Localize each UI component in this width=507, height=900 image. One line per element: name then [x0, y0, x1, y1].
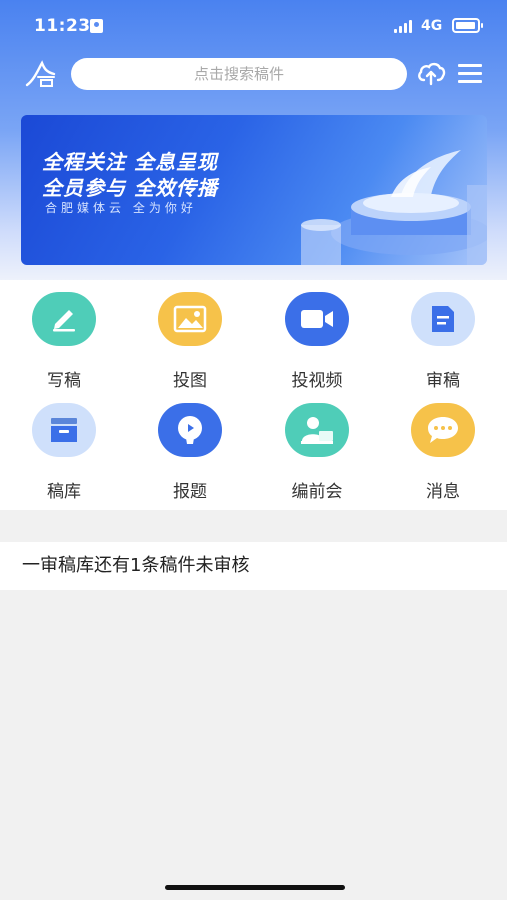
- top-header: 点击搜索稿件: [0, 52, 507, 96]
- network-type: 4G: [421, 18, 443, 34]
- status-time: 11:23: [34, 16, 91, 36]
- banner[interactable]: 全程关注 全息呈现 全员参与 全效传播 合肥媒体云 全为你好: [21, 115, 487, 265]
- menu-icon[interactable]: [458, 64, 482, 84]
- grid-item-label: 编前会: [291, 482, 343, 502]
- idea-icon: [158, 403, 222, 457]
- grid-item-image[interactable]: 投图: [140, 292, 240, 392]
- app-logo-icon[interactable]: [24, 60, 64, 88]
- grid-item-meeting[interactable]: 编前会: [267, 403, 367, 503]
- pen-icon: [32, 292, 96, 346]
- image-icon: [158, 292, 222, 346]
- grid-item-review[interactable]: 审稿: [393, 292, 493, 392]
- battery-icon: [452, 18, 483, 33]
- search-input[interactable]: 点击搜索稿件: [71, 58, 407, 90]
- document-icon: [411, 292, 475, 346]
- video-icon: [285, 292, 349, 346]
- grid-item-label: 报题: [173, 482, 207, 502]
- archive-icon: [32, 403, 96, 457]
- grid-item-label: 写稿: [47, 371, 81, 391]
- message-icon: [411, 403, 475, 457]
- grid-item-label: 投图: [173, 371, 207, 391]
- banner-headline-1: 全程关注 全息呈现: [42, 150, 218, 174]
- function-grid: 写稿 投图 投视频 审稿 稿库 报题 编前会 消息: [0, 280, 507, 510]
- upload-cloud-icon[interactable]: [416, 60, 446, 86]
- grid-item-label: 消息: [426, 482, 460, 502]
- grid-item-topic[interactable]: 报题: [140, 403, 240, 503]
- banner-podium-illustration: [301, 150, 487, 265]
- grid-item-write[interactable]: 写稿: [14, 292, 114, 392]
- grid-item-label: 审稿: [426, 371, 460, 391]
- grid-item-message[interactable]: 消息: [393, 403, 493, 503]
- home-indicator[interactable]: [165, 885, 345, 890]
- banner-headline-2: 全员参与 全效传播: [42, 176, 218, 200]
- grid-item-label: 投视频: [291, 371, 343, 391]
- grid-item-library[interactable]: 稿库: [14, 403, 114, 503]
- sim-card-icon: [90, 19, 103, 33]
- pending-review-notice[interactable]: 一审稿库还有1条稿件未审核: [0, 542, 507, 590]
- signal-icon: [394, 20, 414, 33]
- grid-item-label: 稿库: [47, 482, 81, 502]
- banner-subtitle: 合肥媒体云 全为你好: [45, 201, 197, 215]
- status-bar: 11:23 4G: [0, 0, 507, 52]
- meeting-icon: [285, 403, 349, 457]
- grid-item-video[interactable]: 投视频: [267, 292, 367, 392]
